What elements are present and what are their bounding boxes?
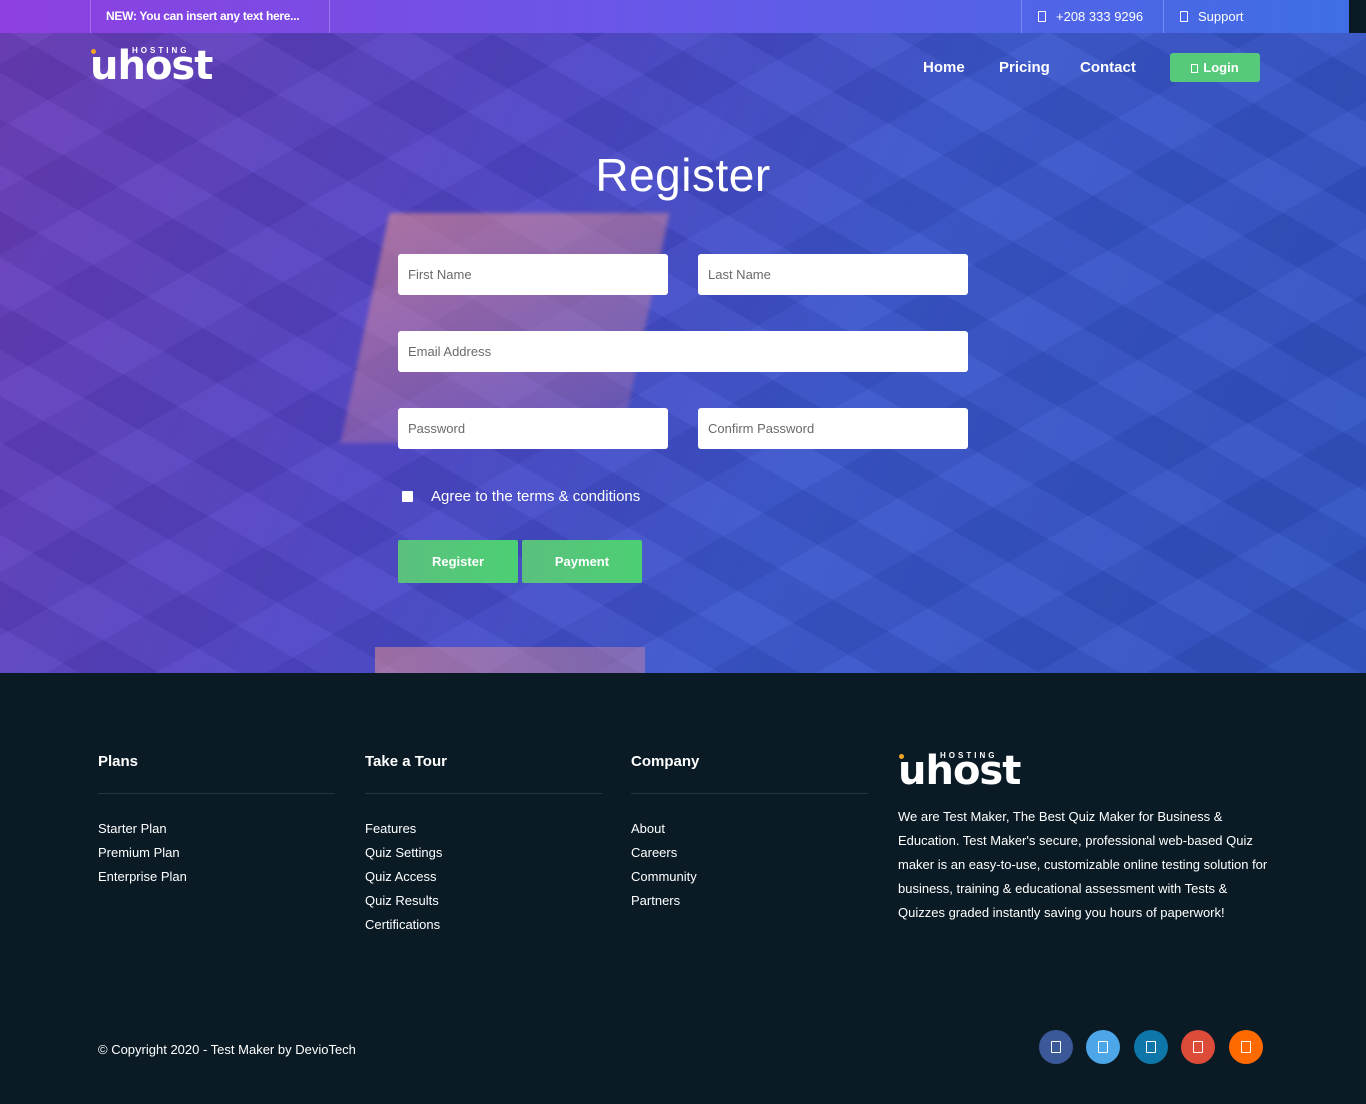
footer-link[interactable]: Partners <box>631 889 868 913</box>
hero-section: HOSTING uhost Home Pricing Contact Login… <box>0 33 1366 673</box>
footer-link[interactable]: Starter Plan <box>98 817 335 841</box>
support-label: Support <box>1198 9 1244 24</box>
footer-link[interactable]: Community <box>631 865 868 889</box>
register-button[interactable]: Register <box>398 540 518 583</box>
hero-highlight-bottom <box>375 647 645 673</box>
linkedin-icon <box>1146 1041 1156 1053</box>
terms-label: Agree to the terms & conditions <box>431 488 641 505</box>
payment-button[interactable]: Payment <box>522 540 642 583</box>
password-field[interactable] <box>398 408 668 449</box>
footer-tour-title: Take a Tour <box>365 753 447 770</box>
facebook-icon <box>1051 1041 1061 1053</box>
announcement-bar: NEW: You can insert any text here... +20… <box>0 0 1349 33</box>
terms-agreement: Agree to the terms & conditions <box>402 487 640 507</box>
logo-text: uhost <box>90 43 213 89</box>
footer-link[interactable]: Quiz Results <box>365 889 602 913</box>
divider <box>98 793 335 794</box>
footer-link[interactable]: About <box>631 817 868 841</box>
terms-checkbox[interactable] <box>402 491 413 502</box>
page-title: Register <box>595 149 771 201</box>
footer-link[interactable]: Premium Plan <box>98 841 335 865</box>
nav-home[interactable]: Home <box>923 53 965 82</box>
footer-link[interactable]: Quiz Access <box>365 865 602 889</box>
divider <box>631 793 868 794</box>
phone-link[interactable]: +208 333 9296 <box>1021 0 1163 33</box>
copyright-text: © Copyright 2020 - Test Maker by DevioTe… <box>98 1042 356 1057</box>
google-plus-icon <box>1193 1041 1203 1053</box>
footer-link[interactable]: Careers <box>631 841 868 865</box>
nav-pricing[interactable]: Pricing <box>999 53 1050 82</box>
site-footer: Plans Starter Plan Premium Plan Enterpri… <box>0 673 1366 1104</box>
first-name-field[interactable] <box>398 254 668 295</box>
twitter-button[interactable] <box>1086 1030 1120 1064</box>
facebook-button[interactable] <box>1039 1030 1073 1064</box>
footer-company-column: Company About Careers Community Partners <box>631 753 868 913</box>
site-logo[interactable]: HOSTING uhost <box>90 43 220 89</box>
footer-link[interactable]: Quiz Settings <box>365 841 602 865</box>
footer-link[interactable]: Enterprise Plan <box>98 865 335 889</box>
twitter-icon <box>1098 1041 1108 1053</box>
logo-text: uhost <box>898 748 1021 794</box>
footer-tour-column: Take a Tour Features Quiz Settings Quiz … <box>365 753 602 937</box>
footer-plans-column: Plans Starter Plan Premium Plan Enterpri… <box>98 753 335 889</box>
divider <box>365 793 602 794</box>
footer-link[interactable]: Features <box>365 817 602 841</box>
footer-link[interactable]: Certifications <box>365 913 602 937</box>
footer-plans-title: Plans <box>98 753 139 770</box>
rss-button[interactable] <box>1229 1030 1263 1064</box>
email-field[interactable] <box>398 331 968 372</box>
google-plus-button[interactable] <box>1181 1030 1215 1064</box>
login-label: Login <box>1203 60 1239 75</box>
confirm-password-field[interactable] <box>698 408 968 449</box>
footer-logo[interactable]: HOSTING uhost <box>898 748 1028 794</box>
footer-company-title: Company <box>631 753 700 770</box>
last-name-field[interactable] <box>698 254 968 295</box>
phone-icon <box>1038 11 1046 22</box>
nav-contact[interactable]: Contact <box>1080 53 1136 82</box>
phone-number: +208 333 9296 <box>1056 9 1144 24</box>
linkedin-button[interactable] <box>1134 1030 1168 1064</box>
lock-icon <box>1191 64 1199 73</box>
announcement-text: NEW: You can insert any text here... <box>90 0 330 33</box>
footer-about-text: We are Test Maker, The Best Quiz Maker f… <box>898 809 1268 920</box>
login-button[interactable]: Login <box>1170 53 1260 82</box>
support-icon <box>1180 11 1188 22</box>
rss-icon <box>1241 1041 1251 1053</box>
support-link[interactable]: Support <box>1163 0 1283 33</box>
